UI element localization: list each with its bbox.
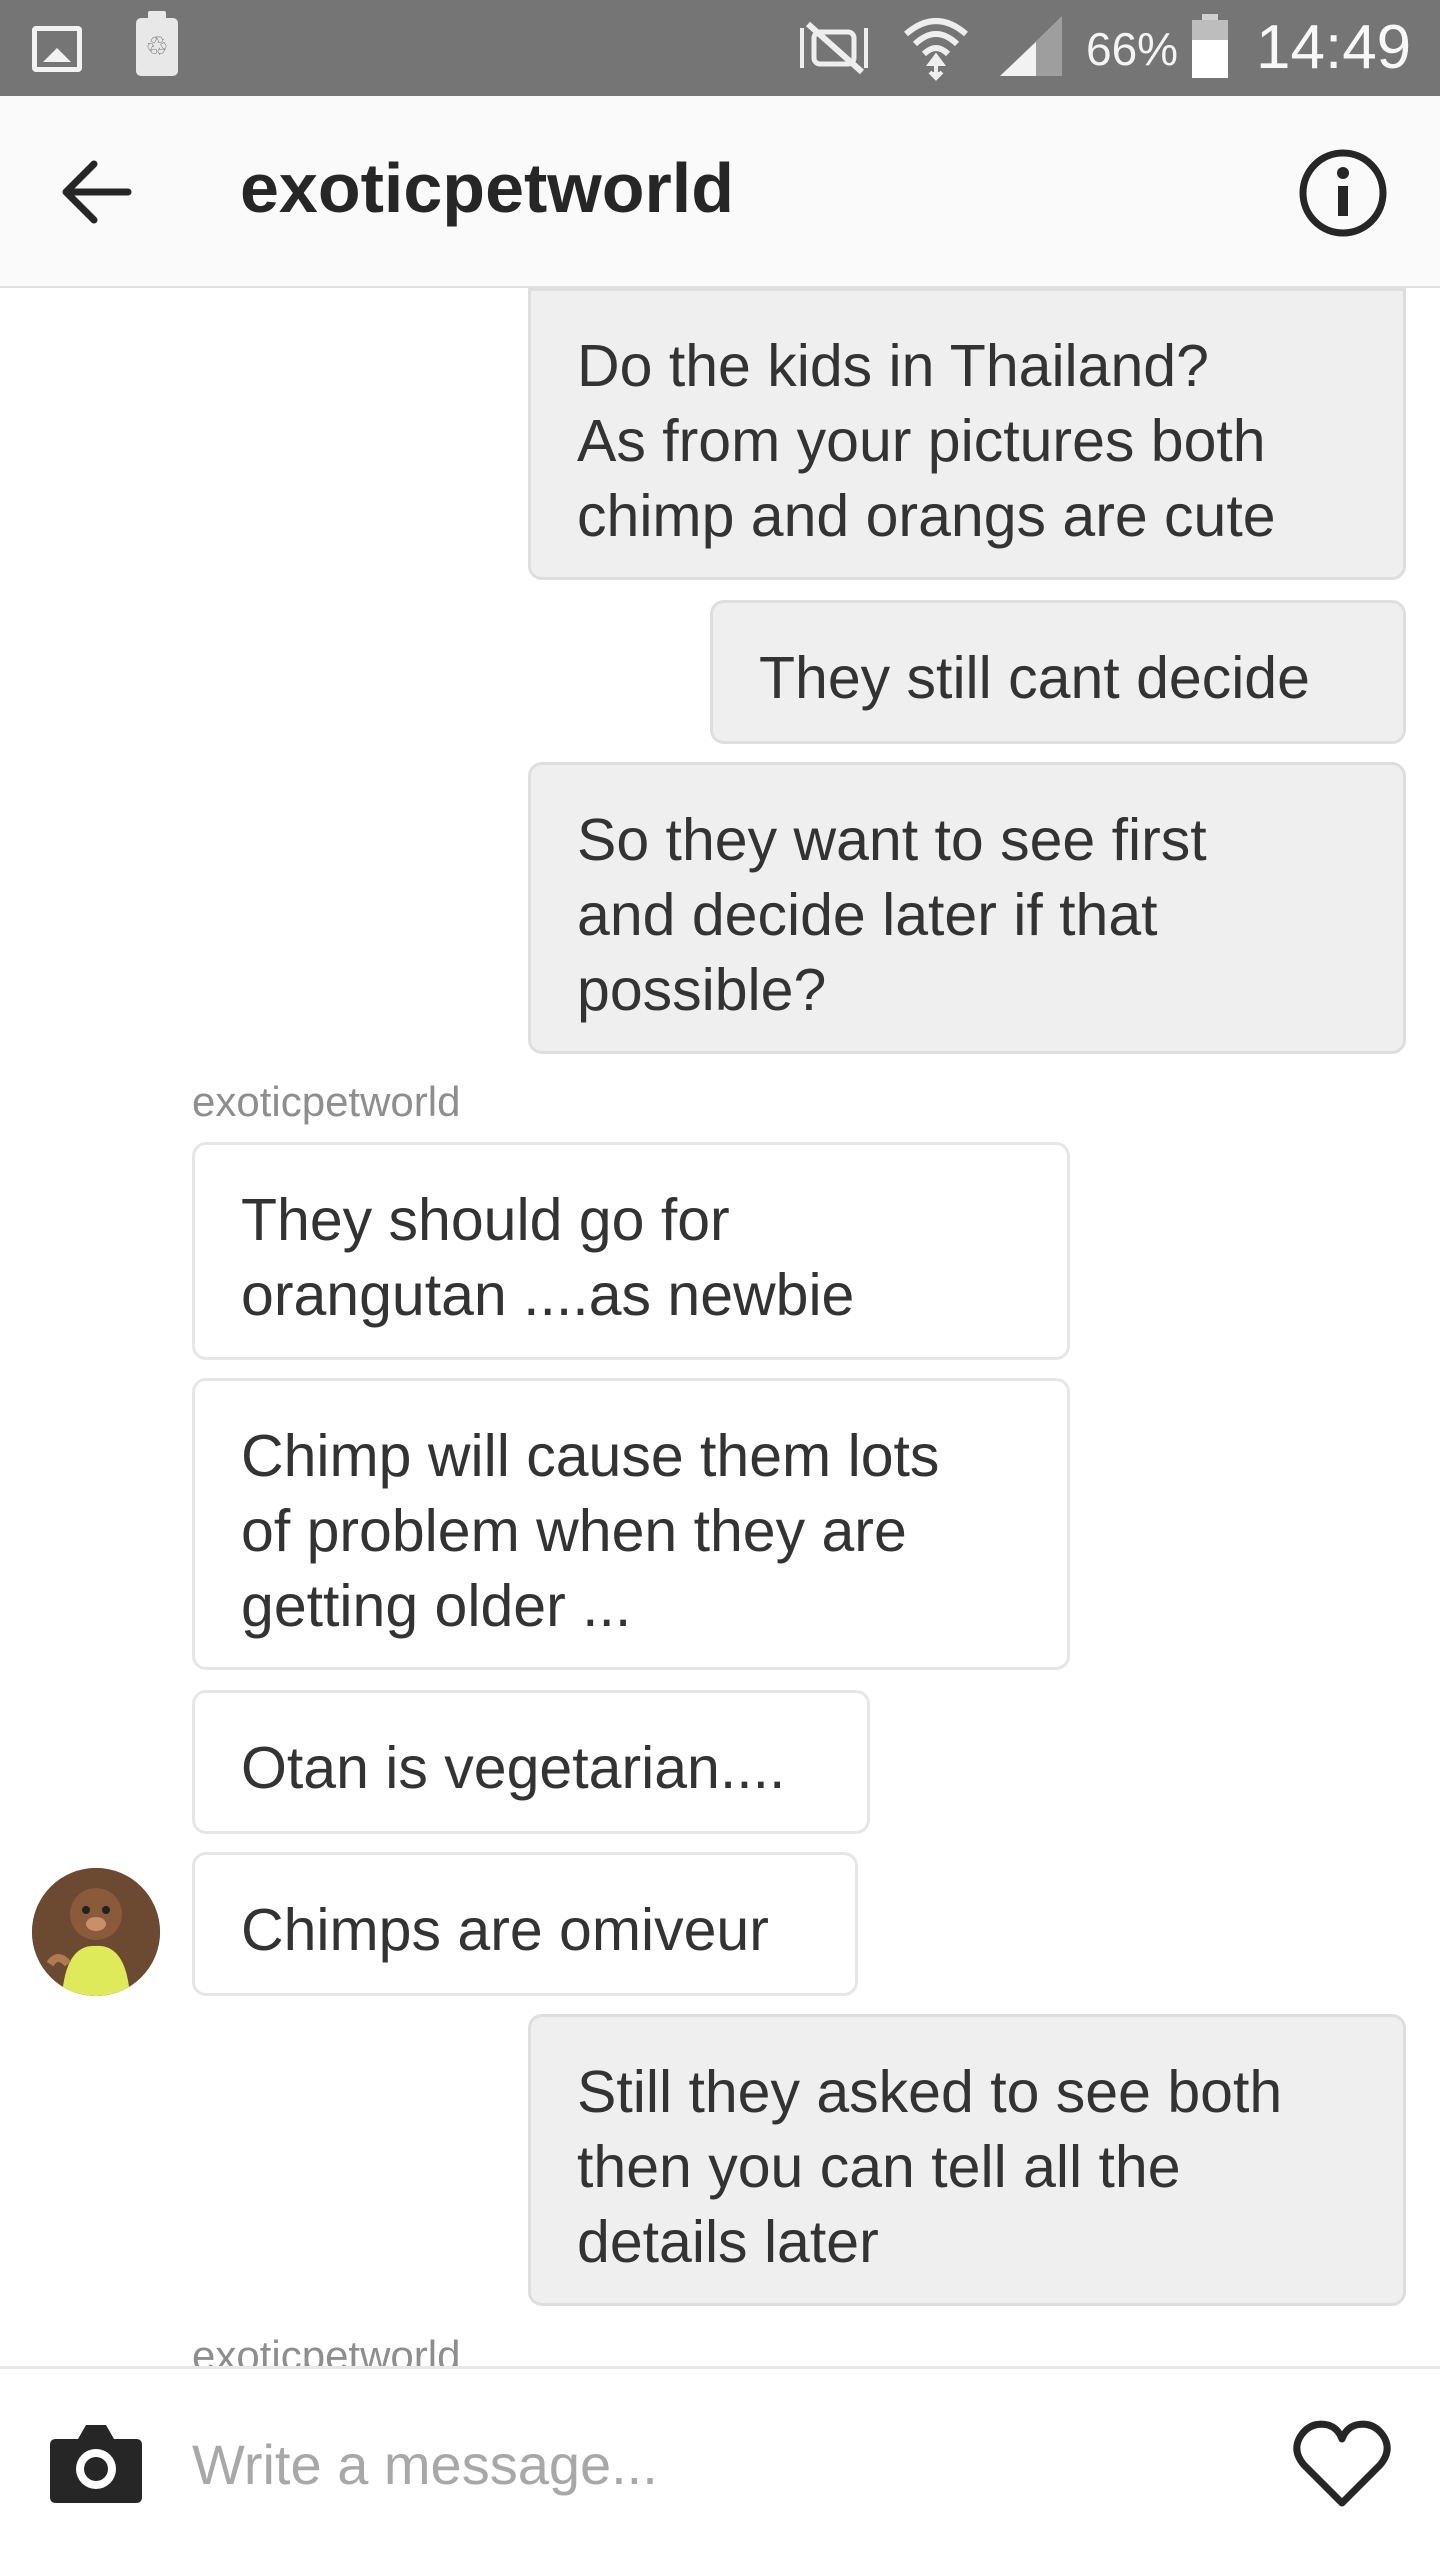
signal-icon: [1000, 16, 1062, 76]
sender-name: exoticpetworld: [192, 2332, 461, 2368]
avatar[interactable]: [32, 1868, 160, 1996]
message-bubble-received[interactable]: Otan is vegetarian....: [192, 1690, 870, 1834]
wifi-icon: [904, 18, 968, 81]
message-thread[interactable]: Do the kids in Thailand? As from your pi…: [0, 288, 1440, 2368]
gallery-icon: [32, 26, 82, 72]
conversation-header: exoticpetworld: [0, 96, 1440, 288]
battery-icon: [1192, 14, 1228, 78]
message-bubble-sent[interactable]: So they want to see first and decide lat…: [528, 762, 1406, 1054]
message-input[interactable]: [190, 2413, 1234, 2515]
back-arrow-icon[interactable]: [56, 156, 136, 228]
camera-icon[interactable]: [48, 2419, 144, 2505]
info-icon[interactable]: [1298, 148, 1388, 238]
message-bubble-sent[interactable]: Do the kids in Thailand? As from your pi…: [528, 288, 1406, 580]
message-bubble-received[interactable]: Chimps are omiveur: [192, 1852, 858, 1996]
mute-icon: [800, 21, 868, 75]
orangutan-avatar-image: [32, 1868, 160, 1996]
battery-percent: 66%: [1086, 23, 1179, 75]
message-composer: [0, 2366, 1440, 2560]
sender-name: exoticpetworld: [192, 1078, 461, 1125]
battery-saver-icon: ♲: [136, 11, 178, 76]
status-bar: ♲ 66% 14:49: [0, 0, 1440, 96]
heart-icon[interactable]: [1292, 2419, 1392, 2509]
message-bubble-received[interactable]: Chimp will cause them lots of problem wh…: [192, 1378, 1070, 1670]
clock: 14:49: [1256, 13, 1412, 82]
message-bubble-received[interactable]: They should go for orangutan ....as newb…: [192, 1142, 1070, 1360]
conversation-title[interactable]: exoticpetworld: [240, 148, 734, 228]
message-bubble-sent[interactable]: They still cant decide: [710, 600, 1406, 744]
message-bubble-sent[interactable]: Still they asked to see both then you ca…: [528, 2014, 1406, 2306]
